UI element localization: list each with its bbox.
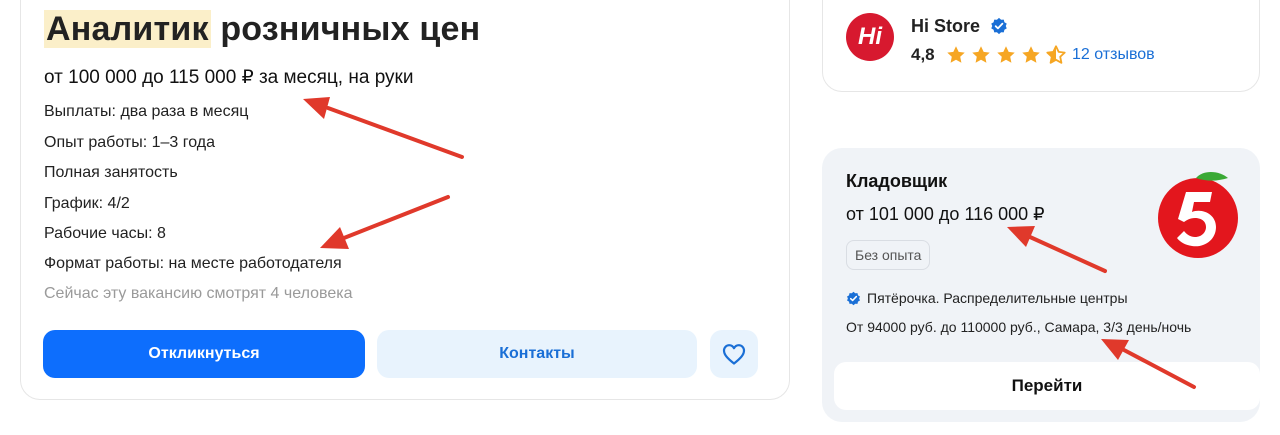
job-detail-schedule: График: 4/2 [44, 195, 130, 212]
vacancy-company: Пятёрочка. Распределительные центры [846, 290, 1128, 306]
job-title: Аналитик розничных цен [44, 10, 480, 49]
experience-badge: Без опыта [846, 240, 931, 270]
job-detail-employment: Полная занятость [44, 164, 178, 181]
pyaterochka-logo [1158, 171, 1238, 258]
favorite-button[interactable] [710, 330, 758, 378]
job-detail-payments: Выплаты: два раза в месяц [44, 103, 249, 120]
star-icon [997, 46, 1015, 63]
reviews-link[interactable]: 12 отзывов [1072, 46, 1155, 64]
heart-icon [722, 344, 746, 365]
star-icon [1022, 46, 1040, 63]
vacancy-details: От 94000 руб. до 110000 руб., Самара, 3/… [846, 319, 1192, 335]
job-salary: от 100 000 до 115 000 ₽ за месяц, на рук… [44, 67, 414, 88]
job-detail-hours: Рабочие часы: 8 [44, 225, 166, 242]
verified-icon [991, 17, 1007, 35]
company-name: Пятёрочка. Распределительные центры [867, 290, 1128, 306]
rating-stars [944, 44, 1068, 66]
vacancy-salary: от 101 000 до 116 000 ₽ [846, 204, 1045, 224]
verified-icon [847, 291, 860, 306]
star-icon [947, 46, 965, 63]
store-rating: 4,8 [911, 45, 935, 64]
respond-button[interactable]: Откликнуться [43, 330, 365, 378]
job-title-rest: розничных цен [210, 10, 481, 48]
star-icon [972, 46, 990, 63]
job-title-highlight: Аналитик [44, 10, 211, 48]
contacts-button[interactable]: Контакты [377, 330, 697, 378]
store-name[interactable]: Hi Store [911, 16, 980, 37]
job-viewers: Сейчас эту вакансию смотрят 4 человека [44, 285, 353, 302]
vacancy-title[interactable]: Кладовщик [846, 171, 947, 192]
store-logo: Hi [846, 13, 894, 61]
job-detail-experience: Опыт работы: 1–3 года [44, 134, 216, 151]
go-button[interactable]: Перейти [834, 362, 1260, 410]
job-detail-format: Формат работы: на месте работодателя [44, 255, 342, 272]
star-half-icon [1046, 45, 1066, 64]
